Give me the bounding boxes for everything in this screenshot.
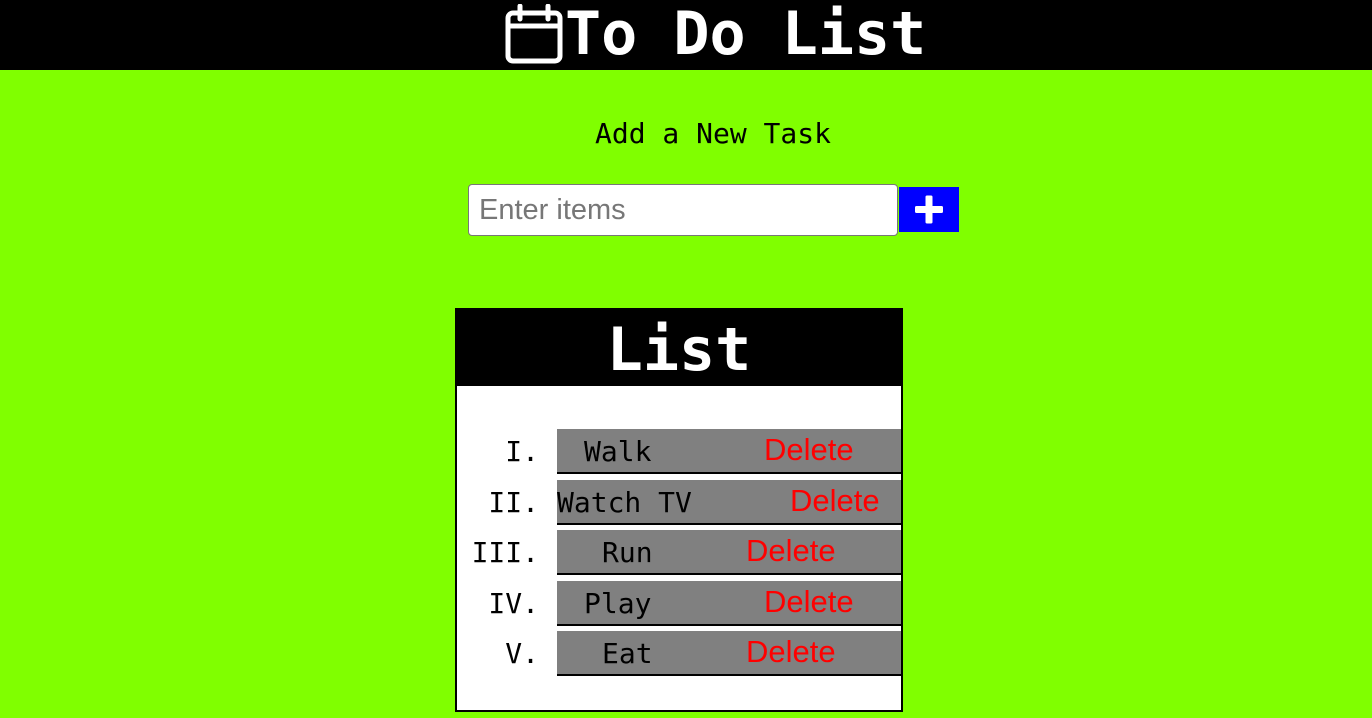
plus-icon <box>915 195 943 224</box>
delete-button[interactable]: Delete <box>746 631 836 673</box>
task-list-panel: List I. Walk Delete II. Watch TV Delete … <box>455 308 903 712</box>
app-header: To Do List <box>0 0 1372 70</box>
app-title: To Do List <box>565 0 927 69</box>
list-item: V. Eat Delete <box>457 631 901 676</box>
calendar-icon <box>505 4 563 64</box>
item-bar: Watch TV Delete <box>557 480 901 525</box>
add-task-button[interactable] <box>899 187 959 232</box>
list-item: III. Run Delete <box>457 530 901 575</box>
item-bar: Walk Delete <box>557 429 901 474</box>
delete-button[interactable]: Delete <box>790 480 880 522</box>
list-item: II. Watch TV Delete <box>457 480 901 525</box>
item-text: Play <box>584 587 652 620</box>
add-task-heading: Add a New Task <box>594 117 831 150</box>
task-input[interactable] <box>468 184 898 236</box>
item-text: Watch TV <box>557 486 692 519</box>
item-text: Walk <box>584 435 652 468</box>
list-item: I. Walk Delete <box>457 429 901 474</box>
delete-button[interactable]: Delete <box>746 530 836 572</box>
list-item: IV. Play Delete <box>457 581 901 626</box>
item-text: Run <box>602 536 653 569</box>
item-bar: Play Delete <box>557 581 901 626</box>
delete-button[interactable]: Delete <box>764 429 854 471</box>
item-bar: Eat Delete <box>557 631 901 676</box>
item-bar: Run Delete <box>557 530 901 575</box>
list-heading: List <box>457 310 901 386</box>
item-numeral: IV. <box>488 587 539 620</box>
delete-button[interactable]: Delete <box>764 581 854 623</box>
item-numeral: II. <box>488 486 539 519</box>
item-numeral: I. <box>505 435 539 468</box>
item-text: Eat <box>602 637 653 670</box>
item-numeral: V. <box>505 637 539 670</box>
item-numeral: III. <box>471 536 539 569</box>
